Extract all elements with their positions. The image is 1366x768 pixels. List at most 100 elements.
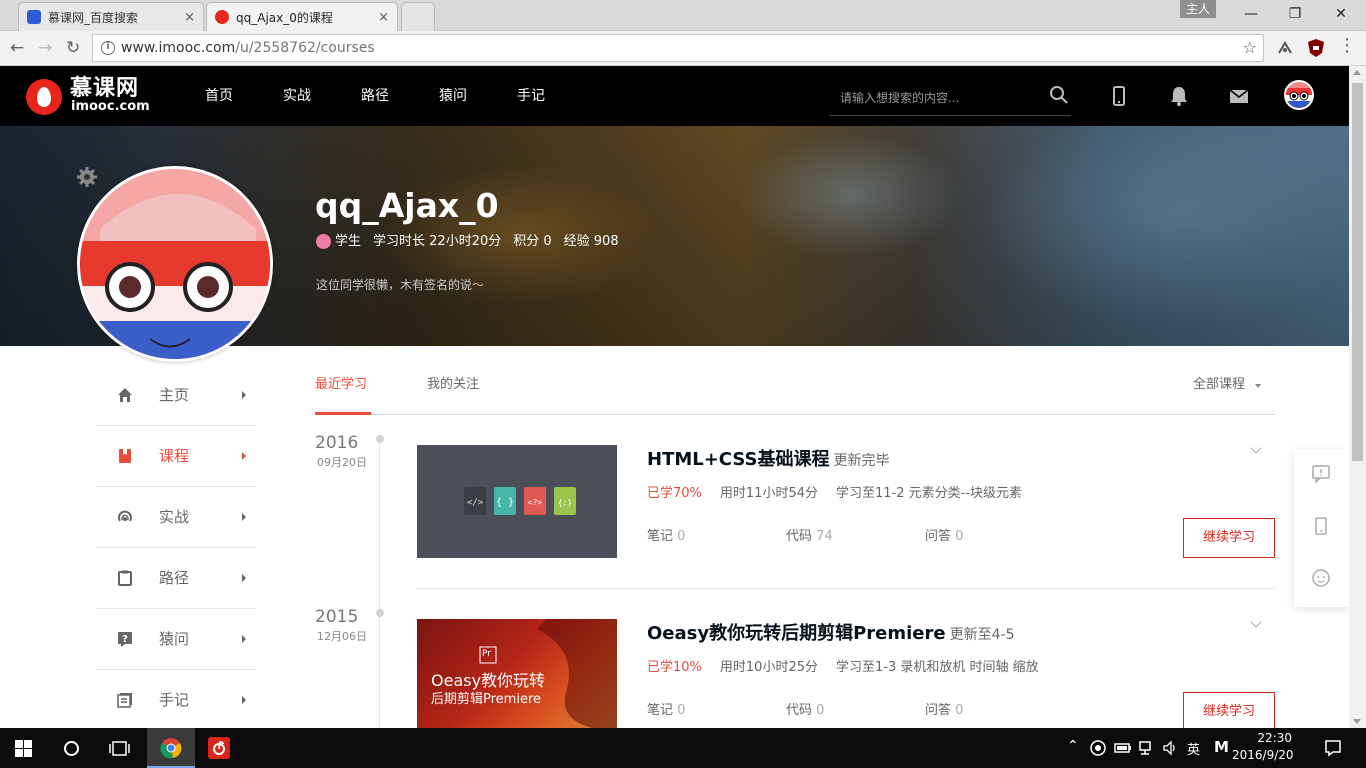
- browser-tab-imooc[interactable]: qq_Ajax_0的课程 ×: [206, 2, 398, 31]
- tab-following[interactable]: 我的关注: [427, 376, 479, 394]
- logo-text[interactable]: 慕课网: [70, 78, 139, 100]
- logo-subtext[interactable]: imooc.com: [71, 100, 150, 113]
- taskbar-chrome[interactable]: [147, 728, 195, 768]
- timeline-dot: [376, 609, 384, 617]
- bookmark-star-icon[interactable]: ☆: [1243, 38, 1257, 57]
- floating-toolbar: [1294, 449, 1349, 607]
- course-list-panel: 最近学习 我的关注 全部课程: [315, 366, 1275, 415]
- system-clock[interactable]: 22:30 2016/9/20: [1232, 730, 1294, 764]
- browser-toolbar: ← → ↻ i www.imooc.com/u/2558762/courses …: [0, 31, 1366, 66]
- nav-questions[interactable]: 猿问: [439, 86, 467, 106]
- course-progress-info: 已学10% 用时10小时25分 学习至1-3 录机和放机 时间轴 缩放: [647, 660, 1039, 675]
- tab-close-icon[interactable]: ×: [378, 10, 389, 25]
- chevron-down-icon[interactable]: [1250, 442, 1262, 454]
- chevron-right-icon: [242, 574, 246, 582]
- caret-down-icon[interactable]: [1255, 384, 1261, 388]
- volume-icon[interactable]: [1162, 740, 1179, 756]
- browser-tab-baidu[interactable]: 慕课网_百度搜索 ×: [18, 2, 204, 31]
- chevron-right-icon: [242, 452, 246, 460]
- page-scrollbar[interactable]: [1349, 66, 1366, 728]
- ime-language[interactable]: 英: [1187, 739, 1200, 758]
- gear-icon[interactable]: [76, 166, 98, 188]
- continue-learning-button[interactable]: 继续学习: [1183, 692, 1275, 728]
- tray-record-icon[interactable]: [1090, 740, 1106, 756]
- imooc-favicon-icon: [215, 10, 229, 24]
- course-thumbnail[interactable]: </> { } <?> {;}: [417, 445, 617, 558]
- course-notes[interactable]: 笔记 0: [647, 702, 685, 720]
- action-center-icon[interactable]: [1324, 739, 1342, 757]
- practice-icon: [118, 510, 132, 522]
- cortana-icon[interactable]: [63, 740, 80, 757]
- premiere-badge: Pr: [482, 649, 491, 659]
- course-qa[interactable]: 问答 0: [925, 528, 963, 546]
- tab-title: 慕课网_百度搜索: [48, 10, 139, 25]
- course-filter-dropdown[interactable]: 全部课程: [1193, 376, 1245, 394]
- profile-signature: 这位同学很懒，木有签名的说～: [316, 278, 485, 292]
- forward-arrow-icon[interactable]: →: [38, 38, 52, 58]
- user-avatar-small[interactable]: [1284, 80, 1314, 110]
- minimize-icon[interactable]: —: [1228, 2, 1274, 26]
- nav-practice[interactable]: 实战: [283, 86, 311, 106]
- restore-icon[interactable]: ❐: [1272, 2, 1318, 26]
- course-qa[interactable]: 问答 0: [925, 702, 963, 720]
- extension-icon[interactable]: [1276, 39, 1294, 57]
- scroll-up-icon[interactable]: [1353, 70, 1361, 75]
- chevron-right-icon: [242, 513, 246, 521]
- search-input[interactable]: 请输入想搜索的内容...: [829, 80, 1071, 116]
- scroll-down-icon[interactable]: [1353, 719, 1361, 724]
- sidebar-item-home[interactable]: 主页: [96, 365, 256, 426]
- sidebar-item-questions[interactable]: ? 猿问: [96, 609, 256, 670]
- chat-face-icon[interactable]: [1311, 568, 1331, 588]
- course-title[interactable]: Oeasy教你玩转后期剪辑Premiere 更新至4-5: [647, 622, 1014, 647]
- course-thumbnail[interactable]: Pr Oeasy教你玩转 后期剪辑Premiere: [417, 619, 617, 728]
- ime-mode[interactable]: M: [1214, 738, 1229, 756]
- windows-start-icon[interactable]: [15, 740, 32, 757]
- course-status: 更新至4-5: [949, 627, 1015, 643]
- window-close-icon[interactable]: ✕: [1318, 2, 1364, 26]
- thumbnail-text: 后期剪辑Premiere: [431, 692, 541, 707]
- course-notes[interactable]: 笔记 0: [647, 528, 685, 546]
- nav-home[interactable]: 首页: [205, 86, 233, 106]
- course-title[interactable]: HTML+CSS基础课程 更新完毕: [647, 448, 889, 473]
- tab-close-icon[interactable]: ×: [184, 10, 195, 25]
- taskbar-music-app[interactable]: [196, 728, 244, 768]
- profile-username: qq_Ajax_0: [315, 186, 499, 225]
- mobile-app-icon[interactable]: [1311, 516, 1331, 536]
- site-info-icon[interactable]: i: [101, 41, 115, 55]
- active-tab-underline: [315, 412, 371, 415]
- ublock-icon[interactable]: [1307, 38, 1325, 58]
- user-avatar-large[interactable]: [77, 166, 273, 362]
- reload-icon[interactable]: ↻: [66, 38, 80, 58]
- chevron-down-icon[interactable]: [1250, 616, 1262, 628]
- profile-owner-label[interactable]: 主人: [1180, 0, 1217, 18]
- tray-expand-icon[interactable]: ⌃: [1067, 738, 1079, 754]
- course-code[interactable]: 代码 0: [786, 702, 824, 720]
- back-arrow-icon[interactable]: ←: [10, 38, 24, 58]
- imooc-logo-icon[interactable]: [26, 79, 62, 115]
- new-tab-button[interactable]: [401, 2, 435, 31]
- course-code[interactable]: 代码 74: [786, 528, 833, 546]
- scrollbar-thumb[interactable]: [1352, 83, 1363, 461]
- sidebar-item-path[interactable]: 路径: [96, 548, 256, 609]
- sidebar-item-practice[interactable]: 实战: [96, 487, 256, 548]
- network-icon[interactable]: [1138, 740, 1155, 756]
- search-icon[interactable]: [1049, 85, 1069, 105]
- battery-icon[interactable]: [1114, 741, 1132, 755]
- sidebar-item-notes[interactable]: 手记: [96, 670, 256, 731]
- nav-path[interactable]: 路径: [361, 86, 389, 106]
- continue-learning-button[interactable]: 继续学习: [1183, 518, 1275, 558]
- points: 积分 0: [513, 234, 552, 249]
- mobile-icon[interactable]: [1107, 84, 1131, 108]
- study-time: 学习时长 22小时20分: [373, 234, 502, 249]
- nav-notes[interactable]: 手记: [517, 86, 545, 106]
- task-view-icon[interactable]: [109, 740, 130, 757]
- bell-icon[interactable]: [1167, 84, 1191, 108]
- mail-icon[interactable]: [1227, 84, 1251, 108]
- feedback-icon[interactable]: [1311, 464, 1331, 484]
- tab-recent[interactable]: 最近学习: [315, 376, 367, 394]
- chrome-menu-icon[interactable]: ⋮: [1338, 36, 1356, 56]
- course-icon: [119, 449, 131, 463]
- browser-tab-strip: 慕课网_百度搜索 × qq_Ajax_0的课程 × 主人 — ❐ ✕: [0, 0, 1366, 31]
- address-bar[interactable]: i www.imooc.com/u/2558762/courses ☆: [92, 34, 1264, 62]
- sidebar-item-courses[interactable]: 课程: [96, 426, 256, 487]
